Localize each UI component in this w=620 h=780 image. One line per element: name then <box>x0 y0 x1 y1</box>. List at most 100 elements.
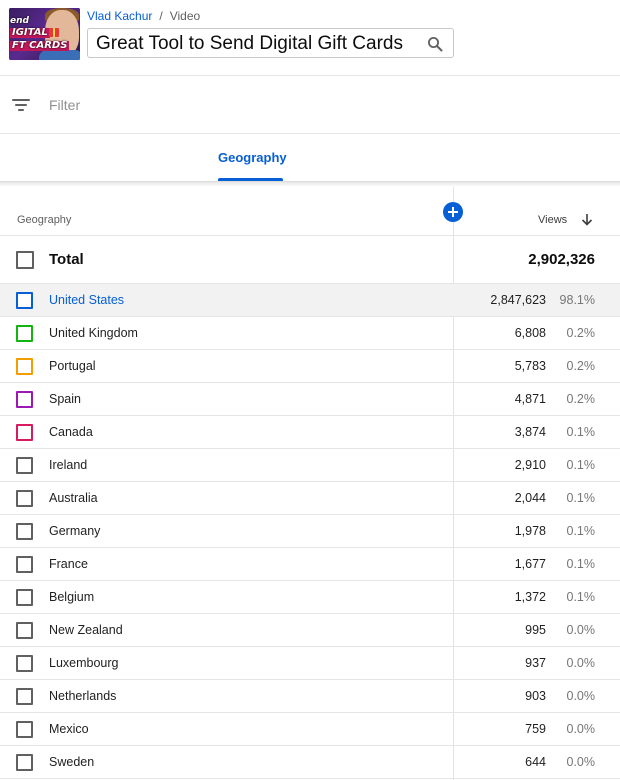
video-title: Great Tool to Send Digital Gift Cards <box>96 33 403 54</box>
views-percent: 0.2% <box>566 392 596 406</box>
table-row[interactable]: Belgium 1,372 0.1% <box>0 581 620 614</box>
search-icon[interactable] <box>427 36 443 52</box>
country-name: Spain <box>49 392 81 406</box>
country-name: France <box>49 557 88 571</box>
row-checkbox[interactable] <box>16 688 33 705</box>
views-value: 2,910 <box>514 458 546 472</box>
views-value: 5,783 <box>514 359 546 373</box>
video-thumbnail[interactable]: end IGITAL FT CARDS <box>9 8 80 60</box>
arrow-down-icon[interactable] <box>581 213 593 226</box>
column-header-views[interactable]: Views <box>538 214 567 226</box>
total-checkbox[interactable] <box>16 251 34 269</box>
thumbnail-text-line3: FT CARDS <box>10 40 70 51</box>
views-value: 903 <box>525 689 546 703</box>
views-percent: 0.1% <box>566 590 596 604</box>
views-value: 6,808 <box>514 326 546 340</box>
breadcrumb-section: Video <box>169 9 201 23</box>
table-row[interactable]: Australia 2,044 0.1% <box>0 482 620 515</box>
table-body: United States 2,847,623 98.1% United Kingdo… <box>0 284 620 779</box>
views-percent: 0.0% <box>566 755 596 769</box>
table-row[interactable]: Ireland 2,910 0.1% <box>0 449 620 482</box>
country-name: Netherlands <box>49 689 117 703</box>
table-row[interactable]: Netherlands 903 0.0% <box>0 680 620 713</box>
country-name: Ireland <box>49 458 88 472</box>
views-value: 759 <box>525 722 546 736</box>
table-row[interactable]: Spain 4,871 0.2% <box>0 383 620 416</box>
row-checkbox[interactable] <box>16 523 33 540</box>
views-percent: 0.1% <box>566 425 596 439</box>
row-checkbox[interactable] <box>16 325 33 342</box>
table-row[interactable]: New Zealand 995 0.0% <box>0 614 620 647</box>
breadcrumb-channel-link[interactable]: Vlad Kachur <box>87 9 152 23</box>
views-value: 1,978 <box>514 524 546 538</box>
views-percent: 0.0% <box>566 722 596 736</box>
views-percent: 0.0% <box>566 623 596 637</box>
row-checkbox[interactable] <box>16 754 33 771</box>
table-row[interactable]: Portugal 5,783 0.2% <box>0 350 620 383</box>
country-name: Luxembourg <box>49 656 119 670</box>
country-name: Germany <box>49 524 101 538</box>
breadcrumb: Vlad Kachur / Video <box>87 9 200 23</box>
country-name: Portugal <box>49 359 96 373</box>
table-row[interactable]: Luxembourg 937 0.0% <box>0 647 620 680</box>
country-name: Sweden <box>49 755 95 769</box>
row-checkbox[interactable] <box>16 358 33 375</box>
views-value: 1,677 <box>514 557 546 571</box>
views-percent: 0.1% <box>566 491 596 505</box>
gift-icon <box>49 28 59 37</box>
views-percent: 98.1% <box>559 293 595 307</box>
views-value: 995 <box>525 623 546 637</box>
table-row-total: Total 2,902,326 <box>0 236 620 284</box>
thumbnail-shirt <box>39 50 80 60</box>
tab-geography[interactable]: Geography <box>218 150 287 165</box>
row-checkbox[interactable] <box>16 622 33 639</box>
table-row[interactable]: Sweden 644 0.0% <box>0 746 620 779</box>
table-row[interactable]: Germany 1,978 0.1% <box>0 515 620 548</box>
country-name: Belgium <box>49 590 95 604</box>
row-checkbox[interactable] <box>16 721 33 738</box>
row-checkbox[interactable] <box>16 490 33 507</box>
row-checkbox[interactable] <box>16 292 33 309</box>
geography-table: Geography Views Total 2,902,326 United S… <box>0 187 620 779</box>
views-value: 4,871 <box>514 392 546 406</box>
views-value: 3,874 <box>514 425 546 439</box>
views-percent: 0.2% <box>566 359 596 373</box>
filter-bar: Filter <box>0 77 620 134</box>
row-checkbox[interactable] <box>16 391 33 408</box>
views-value: 2,847,623 <box>490 293 546 307</box>
video-header: end IGITAL FT CARDS Vlad Kachur / Video Gr… <box>0 0 620 76</box>
row-checkbox[interactable] <box>16 655 33 672</box>
table-row[interactable]: United States 2,847,623 98.1% <box>0 284 620 317</box>
row-checkbox[interactable] <box>16 424 33 441</box>
total-views: 2,902,326 <box>528 251 595 268</box>
views-percent: 0.1% <box>566 458 596 472</box>
tab-bar: Geography <box>0 134 620 182</box>
filter-input[interactable]: Filter <box>49 97 80 113</box>
table-row[interactable]: United Kingdom 6,808 0.2% <box>0 317 620 350</box>
tab-active-indicator <box>218 178 283 181</box>
total-label: Total <box>49 251 84 268</box>
table-header: Geography Views <box>0 187 620 236</box>
thumbnail-text-line1: end <box>10 16 29 26</box>
table-row[interactable]: France 1,677 0.1% <box>0 548 620 581</box>
views-value: 644 <box>525 755 546 769</box>
views-value: 1,372 <box>514 590 546 604</box>
video-selector[interactable]: Great Tool to Send Digital Gift Cards <box>87 28 454 58</box>
filter-icon[interactable] <box>12 98 30 112</box>
plus-circle-icon[interactable] <box>443 202 463 222</box>
views-percent: 0.1% <box>566 557 596 571</box>
column-header-geography[interactable]: Geography <box>17 214 71 226</box>
views-percent: 0.0% <box>566 689 596 703</box>
views-percent: 0.0% <box>566 656 596 670</box>
country-name: United States <box>49 293 125 307</box>
table-row[interactable]: Mexico 759 0.0% <box>0 713 620 746</box>
views-value: 937 <box>525 656 546 670</box>
country-name: United Kingdom <box>49 326 138 340</box>
views-percent: 0.2% <box>566 326 596 340</box>
views-percent: 0.1% <box>566 524 596 538</box>
row-checkbox[interactable] <box>16 457 33 474</box>
row-checkbox[interactable] <box>16 556 33 573</box>
table-row[interactable]: Canada 3,874 0.1% <box>0 416 620 449</box>
row-checkbox[interactable] <box>16 589 33 606</box>
country-name: Mexico <box>49 722 89 736</box>
